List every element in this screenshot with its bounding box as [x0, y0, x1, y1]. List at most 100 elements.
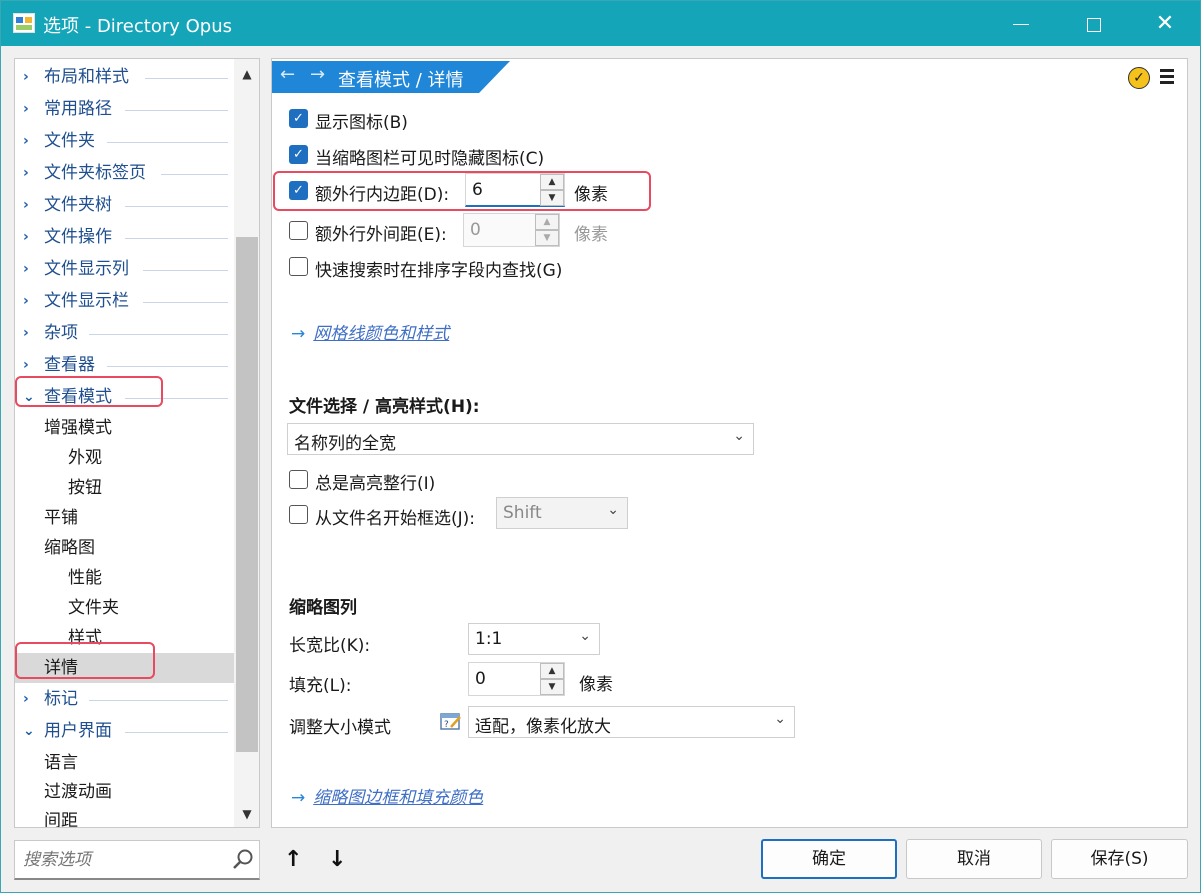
tree-item-label: 性能	[68, 568, 102, 588]
chevron-right-icon[interactable]: ›	[23, 191, 37, 219]
options-window: 选项 - Directory Opus ✕ › 布局和样式 › 常用路径 › 文…	[0, 0, 1201, 893]
resize-mode-icon: ?	[440, 713, 461, 730]
chevron-right-icon[interactable]: ›	[23, 63, 37, 91]
spin-up-icon[interactable]: ▲	[540, 663, 564, 679]
tree-item-transitions[interactable]: 过渡动画	[15, 778, 234, 806]
tree-item-performance[interactable]: 性能	[15, 564, 234, 592]
cancel-button[interactable]: 取消	[906, 839, 1042, 879]
save-button[interactable]: 保存(S)	[1051, 839, 1188, 879]
scrollbar-thumb[interactable]	[236, 237, 258, 752]
quick-search-label: 快速搜索时在排序字段内查找(G)	[315, 261, 563, 281]
tree-item-folder-tree[interactable]: › 文件夹树	[15, 191, 234, 219]
spin-down-icon[interactable]: ▼	[540, 679, 564, 695]
tree-item-file-operations[interactable]: › 文件操作	[15, 223, 234, 251]
show-icons-checkbox[interactable]: ✓	[289, 109, 308, 128]
fill-stepper[interactable]: 0 ▲ ▼	[468, 662, 565, 696]
tree-item-labels[interactable]: › 标记	[15, 685, 234, 713]
tree-item-folders[interactable]: › 文件夹	[15, 127, 234, 155]
chevron-right-icon[interactable]: ›	[23, 685, 37, 713]
always-highlight-checkbox[interactable]	[289, 470, 308, 489]
tree-item-label: 文件夹标签页	[44, 163, 146, 183]
arrow-right-icon: →	[291, 788, 306, 808]
move-up-button[interactable]: ↑	[284, 847, 302, 872]
extra-spacing-value[interactable]: 0	[470, 220, 481, 240]
tree-item-folder-tabs[interactable]: › 文件夹标签页	[15, 159, 234, 187]
tree-item-misc[interactable]: › 杂项	[15, 319, 234, 347]
tree-item-label: 常用路径	[44, 99, 112, 119]
hide-icons-thumb-label: 当缩略图栏可见时隐藏图标(C)	[315, 149, 545, 169]
tree-scrollbar[interactable]: ▲ ▼	[234, 59, 259, 827]
tree-item-appearance[interactable]: 外观	[15, 444, 234, 472]
tree-item-layout-style[interactable]: › 布局和样式	[15, 63, 234, 91]
back-arrow-icon[interactable]: ←	[280, 64, 295, 85]
title-bar[interactable]: 选项 - Directory Opus ✕	[1, 1, 1200, 46]
thumb-border-color-link[interactable]: → 缩略图边框和填充颜色	[291, 783, 483, 808]
chevron-right-icon[interactable]: ›	[23, 255, 37, 283]
search-options-box[interactable]	[14, 840, 260, 880]
tree-item-thumbnails[interactable]: 缩略图	[15, 534, 234, 562]
search-input[interactable]	[23, 847, 223, 873]
chevron-right-icon[interactable]: ›	[23, 351, 37, 379]
chevron-right-icon[interactable]: ›	[23, 159, 37, 187]
apply-check-icon[interactable]: ✓	[1128, 67, 1150, 89]
gridline-color-link[interactable]: → 网格线颜色和样式	[291, 319, 449, 344]
tree-item-buttons[interactable]: 按钮	[15, 474, 234, 502]
resize-mode-dropdown[interactable]: 适配，像素化放大 ⌄	[468, 706, 795, 738]
forward-arrow-icon[interactable]: →	[310, 64, 325, 85]
spin-down-icon[interactable]: ▼	[535, 230, 559, 246]
tree-item-thumb-folders[interactable]: 文件夹	[15, 594, 234, 622]
thumb-border-link-text: 缩略图边框和填充颜色	[313, 788, 484, 808]
chevron-right-icon[interactable]: ›	[23, 95, 37, 123]
extra-spacing-label: 额外行外间距(E):	[315, 225, 447, 245]
maximize-button[interactable]	[1059, 1, 1129, 46]
tree-item-viewer[interactable]: › 查看器	[15, 351, 234, 379]
tree-item-power-mode[interactable]: 增强模式	[15, 414, 234, 442]
selection-style-value: 名称列的全宽	[294, 434, 396, 454]
quick-search-checkbox[interactable]	[289, 257, 308, 276]
selection-style-dropdown[interactable]: 名称列的全宽 ⌄	[287, 423, 754, 455]
chevron-right-icon[interactable]: ›	[23, 287, 37, 315]
tree-item-label: 外观	[68, 448, 102, 468]
tree-item-file-display-bar[interactable]: › 文件显示栏	[15, 287, 234, 315]
lasso-from-name-label: 从文件名开始框选(J):	[315, 509, 476, 529]
tree-item-label: 文件显示列	[44, 259, 129, 279]
lasso-key-dropdown[interactable]: Shift ⌄	[496, 497, 628, 529]
chevron-down-icon[interactable]: ⌄	[23, 717, 37, 745]
scroll-up-icon[interactable]: ▲	[234, 67, 259, 81]
scroll-down-icon[interactable]: ▼	[234, 807, 259, 821]
extra-spacing-stepper[interactable]: 0 ▲ ▼	[463, 213, 560, 247]
svg-text:?: ?	[444, 720, 449, 730]
tree-item-label: 标记	[44, 689, 78, 709]
tree-item-favorite-paths[interactable]: › 常用路径	[15, 95, 234, 123]
fill-value[interactable]: 0	[475, 669, 486, 689]
tree-item-file-columns[interactable]: › 文件显示列	[15, 255, 234, 283]
close-icon: ✕	[1155, 11, 1175, 36]
tree-item-tiles[interactable]: 平铺	[15, 504, 234, 532]
aspect-ratio-value: 1:1	[475, 629, 503, 649]
arrow-right-icon: →	[291, 324, 306, 344]
aspect-ratio-dropdown[interactable]: 1:1 ⌄	[468, 623, 600, 655]
tree-item-language[interactable]: 语言	[15, 749, 234, 777]
gridline-link-text: 网格线颜色和样式	[313, 324, 450, 344]
hide-icons-thumb-checkbox[interactable]: ✓	[289, 145, 308, 164]
tree-item-label: 过渡动画	[44, 782, 112, 802]
chevron-right-icon[interactable]: ›	[23, 223, 37, 251]
tree-item-label: 文件夹	[68, 598, 119, 618]
lasso-from-name-checkbox[interactable]	[289, 505, 308, 524]
chevron-right-icon[interactable]: ›	[23, 319, 37, 347]
tree-item-user-interface[interactable]: ⌄ 用户界面	[15, 717, 234, 745]
chevron-right-icon[interactable]: ›	[23, 127, 37, 155]
directory-opus-app-icon	[13, 13, 35, 33]
breadcrumb-text: 查看模式 / 详情	[338, 70, 464, 91]
menu-icon[interactable]	[1160, 69, 1176, 85]
extra-spacing-checkbox[interactable]	[289, 221, 308, 240]
close-button[interactable]: ✕	[1130, 1, 1200, 46]
minimize-button[interactable]	[986, 1, 1056, 46]
spin-up-icon[interactable]: ▲	[535, 214, 559, 230]
ok-button[interactable]: 确定	[761, 839, 897, 879]
tree-item-spacing[interactable]: 间距	[15, 807, 234, 827]
extra-spacing-unit: 像素	[574, 225, 608, 245]
search-icon[interactable]	[232, 849, 254, 871]
window-title: 选项 - Directory Opus	[43, 16, 232, 37]
move-down-button[interactable]: ↓	[328, 847, 346, 872]
